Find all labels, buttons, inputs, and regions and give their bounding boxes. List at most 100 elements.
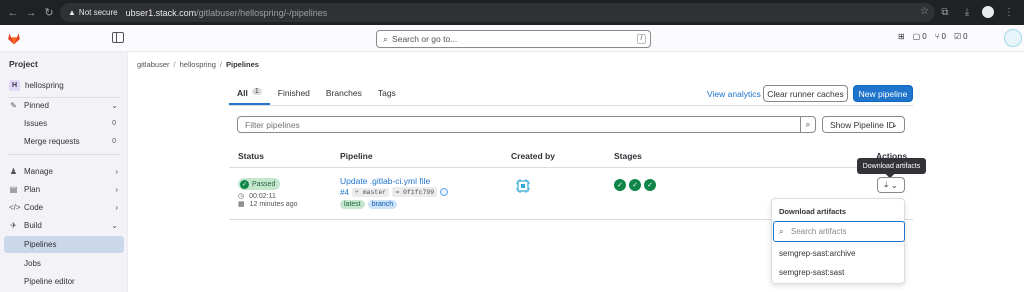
breadcrumb-separator: / (173, 60, 176, 69)
sidebar-item-label: Plan (24, 185, 41, 194)
download-icon[interactable]: ⤓ (960, 5, 974, 19)
pipeline-tabs: All 1 Finished Branches Tags (229, 80, 404, 105)
browser-toolbar: ← → ↻ ▲ Not secure ubser1.stack.com /git… (0, 0, 1024, 25)
sidebar-item-code[interactable]: </> Code › (4, 199, 124, 216)
download-icon: ⤓ (884, 180, 888, 189)
branch-ref-link[interactable]: ⑂ master (351, 187, 390, 197)
commit-sha-link[interactable]: ⊸ 0f1fc799 (392, 187, 438, 197)
sidebar-item-label: Pipeline editor (24, 277, 75, 286)
time-ago-value: 12 minutes ago (249, 200, 298, 208)
code-icon: </> (9, 203, 21, 212)
todos-button[interactable]: ☑ 0 (954, 32, 968, 41)
commit-sha: 0f1fc799 (402, 189, 435, 196)
breadcrumb-item[interactable]: gitlabuser (137, 60, 170, 69)
sidebar-item-build[interactable]: ✈ Build ⌄ (4, 217, 124, 234)
pipeline-id-link[interactable]: #4 (340, 188, 349, 197)
sidebar-item-label: Build (24, 221, 42, 230)
search-artifacts-input[interactable]: ⌕ Search artifacts (773, 221, 905, 242)
planning-icon: ▤ (9, 185, 18, 194)
status-label: Passed (252, 180, 276, 188)
commit-author-avatar[interactable] (440, 188, 449, 196)
forward-icon[interactable]: → (24, 6, 38, 20)
sidebar-item-label: Manage (24, 167, 53, 176)
creator-avatar[interactable] (515, 178, 531, 194)
tab-tags[interactable]: Tags (370, 80, 404, 105)
sidebar-item-issues[interactable]: Issues 0 (4, 115, 124, 132)
global-search-input[interactable]: ⌕ Search or go to... / (376, 30, 651, 48)
gitlab-logo-icon[interactable] (7, 31, 21, 45)
extensions-icon[interactable]: ⧉ (938, 5, 952, 19)
url-host: ubser1.stack.com (125, 7, 197, 18)
tab-count-badge: 1 (251, 88, 262, 95)
clock-icon: ◷ (238, 193, 245, 200)
chevron-down-icon: ⌄ (890, 180, 898, 190)
pipeline-tags: latest branch (340, 200, 398, 209)
column-header-pipeline: Pipeline (340, 151, 373, 161)
pipeline-commit-title-link[interactable]: Update .gitlab-ci.yml file (340, 176, 430, 186)
reload-icon[interactable]: ↻ (42, 6, 56, 20)
todo-icon: ☑ (953, 32, 962, 41)
chevron-right-icon: › (115, 203, 118, 212)
merge-requests-button[interactable]: ⑂ 0 (935, 32, 946, 41)
breadcrumb: gitlabuser / hellospring / Pipelines (137, 60, 259, 69)
status-badge[interactable]: ✓ Passed (238, 178, 281, 190)
column-header-created-by: Created by (511, 151, 555, 161)
tab-label: All (237, 88, 248, 98)
pipeline-key-dropdown[interactable]: Show Pipeline ID ⌄ (822, 116, 905, 133)
download-artifacts-button[interactable]: ⤓ ⌄ (877, 177, 905, 193)
view-analytics-link[interactable]: View analytics (707, 89, 761, 99)
download-artifacts-tooltip: Download artifacts (857, 158, 926, 174)
stage-passed-icon[interactable]: ✓ (614, 179, 626, 191)
column-header-status: Status (238, 151, 264, 161)
sidebar-item-pipelines[interactable]: Pipelines (4, 236, 124, 253)
stage-passed-icon[interactable]: ✓ (644, 179, 656, 191)
tab-label: Finished (277, 88, 310, 98)
url-path: /gitlabuser/hellospring/-/pipelines (196, 7, 328, 18)
search-shortcut-key: / (637, 34, 646, 44)
branch-name: master (362, 188, 387, 196)
breadcrumb-item[interactable]: hellospring (180, 60, 216, 69)
chevron-down-icon: ⌄ (111, 221, 118, 230)
chevron-right-icon: › (115, 185, 118, 194)
divider (229, 167, 913, 168)
check-circle-icon: ✓ (240, 179, 249, 189)
user-avatar[interactable] (1004, 29, 1022, 47)
artifact-item[interactable]: semgrep-sast:archive (779, 249, 855, 258)
bookmark-star-icon[interactable]: ☆ (920, 6, 929, 17)
issues-count: 0 (922, 32, 927, 41)
artifact-item[interactable]: semgrep-sast:sast (779, 268, 844, 277)
sidebar-item-jobs[interactable]: Jobs (4, 255, 124, 272)
sidebar-item-pipeline-editor[interactable]: Pipeline editor (4, 273, 124, 290)
new-pipeline-button[interactable]: New pipeline (853, 85, 913, 102)
stage-passed-icon[interactable]: ✓ (629, 179, 641, 191)
pipeline-stages: ✓ ✓ ✓ (614, 179, 656, 191)
latest-badge: latest (340, 200, 365, 209)
sidebar-item-label: Pinned (24, 101, 49, 110)
search-artifacts-placeholder: Search artifacts (791, 227, 847, 236)
tab-all[interactable]: All 1 (229, 80, 270, 105)
breadcrumb-current[interactable]: Pipelines (226, 60, 259, 69)
tab-branches[interactable]: Branches (318, 80, 370, 105)
rocket-icon: ✈ (10, 221, 17, 230)
sidebar-item-manage[interactable]: ♟ Manage › (4, 163, 124, 180)
back-icon[interactable]: ← (6, 6, 20, 20)
browser-profile-avatar[interactable] (982, 6, 994, 18)
sidebar-item-label: Pipelines (24, 240, 57, 249)
sidebar-item-project[interactable]: H hellospring (4, 77, 124, 94)
breadcrumb-separator: / (219, 60, 222, 69)
create-new-button[interactable]: ⊞ (898, 32, 905, 41)
browser-menu-icon[interactable]: ⋮ (1002, 5, 1016, 19)
chevron-down-icon: ⌄ (111, 101, 118, 110)
tab-finished[interactable]: Finished (270, 80, 318, 105)
filter-search-button[interactable]: ⌕ (800, 116, 816, 133)
project-avatar: H (9, 80, 20, 91)
clear-runner-caches-button[interactable]: Clear runner caches (763, 85, 848, 102)
sidebar-item-merge-requests[interactable]: Merge requests 0 (4, 133, 124, 150)
issues-button[interactable]: ▢ 0 (913, 32, 927, 41)
sidebar-item-plan[interactable]: ▤ Plan › (4, 181, 124, 198)
sidebar-toggle-icon[interactable] (112, 32, 124, 43)
sidebar-item-pinned[interactable]: ✎ Pinned ⌄ (4, 97, 124, 114)
filter-pipelines-input[interactable]: Filter pipelines (237, 116, 801, 133)
mr-count: 0 (941, 32, 946, 41)
address-bar[interactable]: ▲ Not secure ubser1.stack.com /gitlabuse… (60, 3, 935, 22)
